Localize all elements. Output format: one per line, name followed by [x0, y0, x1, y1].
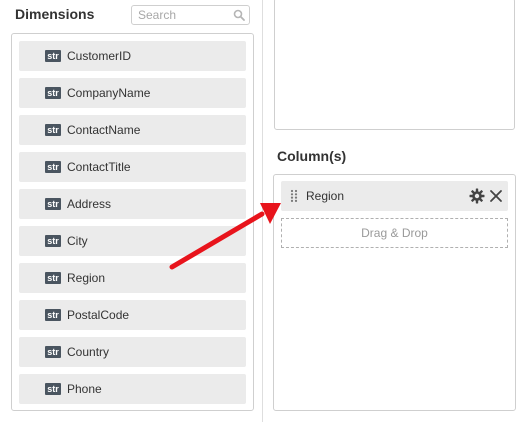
drag-drop-zone[interactable]: Drag & Drop — [281, 218, 508, 248]
field-item-contacttitle[interactable]: str ContactTitle — [19, 152, 246, 182]
column-item-region[interactable]: Region — [281, 181, 508, 211]
close-icon[interactable] — [488, 188, 504, 204]
field-item-phone[interactable]: str Phone — [19, 374, 246, 404]
field-label: Country — [67, 345, 110, 359]
column-item-label: Region — [306, 189, 345, 203]
dimensions-list: str CustomerID str CompanyName str Conta… — [11, 33, 254, 411]
dimensions-title: Dimensions — [15, 6, 95, 22]
field-item-contactname[interactable]: str ContactName — [19, 115, 246, 145]
field-label: Region — [67, 271, 106, 285]
panel-divider — [262, 0, 263, 422]
drag-handle-icon[interactable] — [290, 189, 298, 203]
field-label: PostalCode — [67, 308, 130, 322]
type-badge: str — [45, 198, 61, 210]
type-badge: str — [45, 383, 61, 395]
upper-drop-panel — [274, 0, 515, 130]
type-badge: str — [45, 309, 61, 321]
field-item-city[interactable]: str City — [19, 226, 246, 256]
type-badge: str — [45, 124, 61, 136]
field-item-companyname[interactable]: str CompanyName — [19, 78, 246, 108]
type-badge: str — [45, 87, 61, 99]
type-badge: str — [45, 235, 61, 247]
field-label: ContactTitle — [67, 160, 131, 174]
field-item-address[interactable]: str Address — [19, 189, 246, 219]
columns-title: Column(s) — [277, 148, 347, 164]
search-icon[interactable] — [233, 9, 245, 21]
type-badge: str — [45, 50, 61, 62]
field-label: Phone — [67, 382, 102, 396]
field-item-country[interactable]: str Country — [19, 337, 246, 367]
type-badge: str — [45, 272, 61, 284]
type-badge: str — [45, 346, 61, 358]
field-label: CompanyName — [67, 86, 151, 100]
search-input[interactable] — [132, 6, 230, 24]
field-label: ContactName — [67, 123, 141, 137]
type-badge: str — [45, 161, 61, 173]
gear-icon[interactable] — [469, 188, 485, 204]
search-box[interactable] — [131, 5, 250, 25]
field-label: CustomerID — [67, 49, 132, 63]
field-label: City — [67, 234, 88, 248]
field-label: Address — [67, 197, 112, 211]
field-item-customerid[interactable]: str CustomerID — [19, 41, 246, 71]
field-item-region[interactable]: str Region — [19, 263, 246, 293]
field-item-postalcode[interactable]: str PostalCode — [19, 300, 246, 330]
